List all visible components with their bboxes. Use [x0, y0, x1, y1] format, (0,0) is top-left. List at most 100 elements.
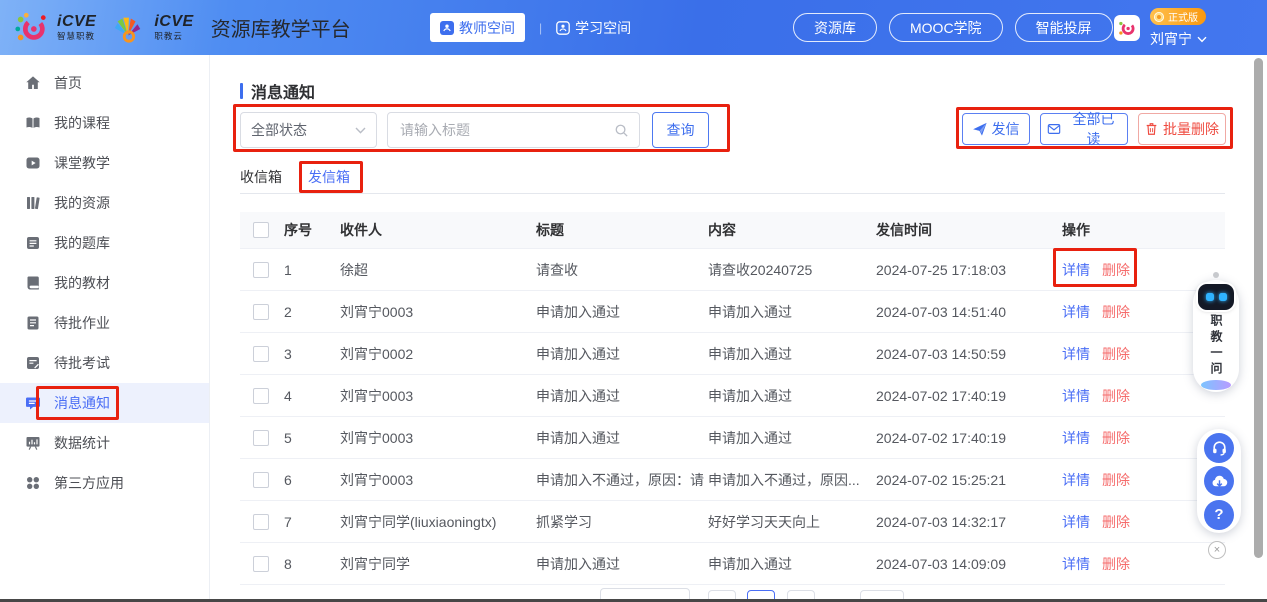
cell-no: 7 [284, 514, 340, 530]
tab-inbox[interactable]: 收信箱 [240, 167, 282, 187]
floating-toolbar: ? [1197, 429, 1241, 533]
download-button[interactable] [1204, 466, 1234, 496]
teacher-space-icon [440, 21, 454, 35]
teacher-space-button[interactable]: 教师空间 [430, 13, 525, 42]
detail-link[interactable]: 详情 [1062, 346, 1090, 362]
cell-recipient: 刘宵宁0003 [340, 470, 536, 490]
sidebar-item-label: 数据统计 [54, 433, 110, 453]
textbook-icon [25, 275, 41, 291]
cell-checkbox [240, 388, 284, 404]
trash-icon [1145, 122, 1158, 136]
help-button[interactable]: ? [1204, 500, 1234, 530]
detail-link[interactable]: 详情 [1062, 388, 1090, 404]
statistics-icon [25, 435, 41, 451]
user-menu[interactable]: 刘宵宁 [1150, 29, 1207, 49]
row-checkbox[interactable] [253, 514, 269, 530]
row-checkbox[interactable] [253, 430, 269, 446]
cell-checkbox [240, 262, 284, 278]
delete-link[interactable]: 删除 [1102, 472, 1130, 488]
detail-link[interactable]: 详情 [1062, 430, 1090, 446]
sidebar-item-textbook[interactable]: 我的教材 [0, 263, 209, 303]
medal-icon [1153, 11, 1165, 23]
cell-title: 申请加入不通过，原因：请 [536, 470, 708, 490]
column-header-5: 操作 [1062, 220, 1225, 240]
sidebar-item-resources[interactable]: 我的资源 [0, 183, 209, 223]
mark-all-read-button[interactable]: 全部已读 [1040, 113, 1128, 145]
customer-service-button[interactable] [1204, 433, 1234, 463]
delete-link[interactable]: 删除 [1102, 514, 1130, 530]
delete-link[interactable]: 删除 [1102, 388, 1130, 404]
tab-outbox[interactable]: 发信箱 [308, 167, 350, 187]
detail-link[interactable]: 详情 [1062, 262, 1090, 278]
cell-recipient: 刘宵宁0003 [340, 302, 536, 322]
cell-recipient: 刘宵宁0003 [340, 386, 536, 406]
cell-title: 申请加入通过 [536, 386, 708, 406]
vertical-scrollbar[interactable] [1254, 58, 1263, 558]
cell-content: 申请加入通过 [708, 386, 876, 406]
cell-checkbox [240, 346, 284, 362]
sidebar-item-label: 待批作业 [54, 313, 110, 333]
column-header-4: 发信时间 [876, 220, 1062, 240]
page: iCVE 智慧职教 iCVE 职教云 [0, 0, 1267, 602]
header-link-0[interactable]: 资源库 [793, 13, 877, 42]
top-header: iCVE 智慧职教 iCVE 职教云 [0, 0, 1267, 55]
sidebar-item-courses[interactable]: 我的课程 [0, 103, 209, 143]
send-message-button[interactable]: 发信 [962, 113, 1030, 145]
sidebar-item-apps[interactable]: 第三方应用 [0, 463, 209, 503]
row-checkbox[interactable] [253, 388, 269, 404]
header-link-2[interactable]: 智能投屏 [1015, 13, 1113, 42]
title-search-box [387, 112, 640, 148]
logo1-text: iCVE 智慧职教 [57, 14, 96, 41]
cell-no: 3 [284, 346, 340, 362]
cell-title: 申请加入通过 [536, 554, 708, 574]
detail-link[interactable]: 详情 [1062, 514, 1090, 530]
header-link-1[interactable]: MOOC学院 [889, 13, 1003, 42]
sidebar-item-message[interactable]: 消息通知 [0, 383, 209, 423]
sidebar-item-question-bank[interactable]: 我的题库 [0, 223, 209, 263]
row-checkbox[interactable] [253, 262, 269, 278]
cloud-download-icon [1211, 473, 1228, 490]
cell-checkbox [240, 472, 284, 488]
row-checkbox[interactable] [253, 346, 269, 362]
sidebar-item-statistics[interactable]: 数据统计 [0, 423, 209, 463]
learning-space-link[interactable]: 学习空间 [556, 18, 631, 38]
cell-time: 2024-07-03 14:32:17 [876, 514, 1062, 530]
title-search-input[interactable] [398, 121, 614, 139]
detail-link[interactable]: 详情 [1062, 556, 1090, 572]
nav-divider: | [539, 21, 542, 35]
cell-content: 请查收20240725 [708, 260, 876, 280]
cell-time: 2024-07-02 17:40:19 [876, 388, 1062, 404]
cell-content: 好好学习天天向上 [708, 512, 876, 532]
row-checkbox[interactable] [253, 556, 269, 572]
ai-assistant-widget[interactable]: 职教一问 [1193, 280, 1239, 392]
close-floating-button[interactable]: × [1208, 541, 1226, 559]
sidebar-item-home[interactable]: 首页 [0, 63, 209, 103]
logo2-text: iCVE 职教云 [154, 14, 193, 41]
sidebar-item-homework[interactable]: 待批作业 [0, 303, 209, 343]
row-checkbox[interactable] [253, 304, 269, 320]
delete-link[interactable]: 删除 [1102, 262, 1130, 278]
sidebar-item-label: 第三方应用 [54, 473, 124, 493]
query-button[interactable]: 查询 [652, 112, 709, 148]
delete-link[interactable]: 删除 [1102, 430, 1130, 446]
detail-link[interactable]: 详情 [1062, 472, 1090, 488]
sidebar-item-label: 我的课程 [54, 113, 110, 133]
delete-link[interactable]: 删除 [1102, 556, 1130, 572]
cell-recipient: 刘宵宁同学(liuxiaoningtx) [340, 512, 536, 532]
delete-link[interactable]: 删除 [1102, 346, 1130, 362]
select-all-checkbox[interactable] [253, 222, 269, 238]
sidebar-item-label: 课堂教学 [54, 153, 110, 173]
delete-link[interactable]: 删除 [1102, 304, 1130, 320]
row-checkbox[interactable] [253, 472, 269, 488]
icve-app-icon[interactable] [1114, 15, 1140, 41]
cell-time: 2024-07-03 14:09:09 [876, 556, 1062, 572]
detail-link[interactable]: 详情 [1062, 304, 1090, 320]
antenna-icon [1213, 272, 1219, 278]
status-select[interactable]: 全部状态 [240, 112, 377, 148]
sidebar-item-label: 待批考试 [54, 353, 110, 373]
title-accent-bar [240, 83, 243, 99]
close-icon: × [1214, 544, 1220, 556]
sidebar-item-classroom[interactable]: 课堂教学 [0, 143, 209, 183]
batch-delete-button[interactable]: 批量删除 [1138, 113, 1226, 145]
sidebar-item-exam[interactable]: 待批考试 [0, 343, 209, 383]
